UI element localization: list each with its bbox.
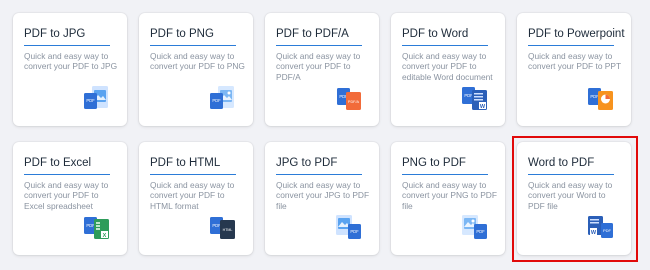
svg-text:W: W <box>591 230 597 236</box>
svg-text:PDF: PDF <box>603 228 612 233</box>
card-title: Word to PDF <box>528 157 595 169</box>
pdf-to-word-icon: PDF W <box>462 87 487 110</box>
card-description: Quick and easy way to convert your PNG t… <box>402 180 497 211</box>
card-title: PNG to PDF <box>402 157 466 169</box>
card-pdf-to-excel[interactable]: PDF to Excel Quick and easy way to conve… <box>13 142 127 255</box>
pdf-to-excel-icon: PDF X <box>84 217 109 239</box>
card-description: Quick and easy way to convert your PDF t… <box>150 180 235 211</box>
svg-text:PDF: PDF <box>86 223 95 228</box>
card-title: JPG to PDF <box>276 157 338 169</box>
title-underline <box>24 45 110 46</box>
svg-text:PDF: PDF <box>476 229 485 234</box>
jpg-to-pdf-icon: PDF <box>336 215 361 239</box>
card-description: Quick and easy way to convert your Word … <box>528 180 613 211</box>
pdf-to-html-icon: PDF HTML <box>210 217 235 239</box>
pdf-to-png-icon: PDF <box>210 86 234 109</box>
title-underline <box>528 45 614 46</box>
title-underline <box>402 174 488 175</box>
svg-text:PDF: PDF <box>86 98 95 103</box>
svg-text:PDF: PDF <box>464 93 473 98</box>
svg-text:PDF/A: PDF/A <box>348 100 360 104</box>
title-underline <box>150 45 236 46</box>
svg-text:W: W <box>480 104 486 110</box>
converter-grid: PDF to JPG Quick and easy way to convert… <box>0 0 650 270</box>
card-pdf-to-html[interactable]: PDF to HTML Quick and easy way to conver… <box>139 142 253 255</box>
card-description: Quick and easy way to convert your PDF t… <box>24 51 118 72</box>
card-word-to-pdf[interactable]: Word to PDF Quick and easy way to conver… <box>517 142 631 255</box>
card-jpg-to-pdf[interactable]: JPG to PDF Quick and easy way to convert… <box>265 142 379 255</box>
pdf-to-pdfa-icon: PDF PDF/A <box>337 88 361 110</box>
card-pdf-to-word[interactable]: PDF to Word Quick and easy way to conver… <box>391 13 505 126</box>
card-title: PDF to Word <box>402 28 469 40</box>
title-underline <box>276 45 362 46</box>
pdf-to-jpg-icon: PDF <box>84 86 108 109</box>
card-pdf-to-pdfa[interactable]: PDF to PDF/A Quick and easy way to conve… <box>265 13 379 126</box>
card-png-to-pdf[interactable]: PNG to PDF Quick and easy way to convert… <box>391 142 505 255</box>
card-description: Quick and easy way to convert your JPG t… <box>276 180 370 211</box>
card-title: PDF to PDF/A <box>276 28 349 40</box>
card-pdf-to-powerpoint[interactable]: PDF to Powerpoint Quick and easy way to … <box>517 13 631 126</box>
svg-text:PDF: PDF <box>212 98 221 103</box>
pdf-to-powerpoint-icon: PDF <box>588 88 613 110</box>
svg-text:PDF: PDF <box>590 94 599 99</box>
svg-text:PDF: PDF <box>212 223 221 228</box>
title-underline <box>150 174 236 175</box>
card-pdf-to-png[interactable]: PDF to PNG Quick and easy way to convert… <box>139 13 253 126</box>
title-underline <box>528 174 614 175</box>
title-underline <box>276 174 362 175</box>
title-underline <box>24 174 110 175</box>
word-to-pdf-icon: W PDF <box>588 216 613 238</box>
card-description: Quick and easy way to convert your PDF t… <box>528 51 622 72</box>
card-description: Quick and easy way to convert your PDF t… <box>150 51 245 72</box>
svg-text:HTML: HTML <box>223 228 233 232</box>
card-pdf-to-jpg[interactable]: PDF to JPG Quick and easy way to convert… <box>13 13 127 126</box>
svg-text:X: X <box>103 233 107 239</box>
card-title: PDF to JPG <box>24 28 86 40</box>
card-description: Quick and easy way to convert your PDF t… <box>276 51 361 82</box>
card-title: PDF to Powerpoint <box>528 28 625 40</box>
card-title: PDF to Excel <box>24 157 92 169</box>
svg-text:PDF: PDF <box>350 229 359 234</box>
title-underline <box>402 45 488 46</box>
card-title: PDF to HTML <box>150 157 221 169</box>
card-description: Quick and easy way to convert your PDF t… <box>402 51 493 82</box>
card-title: PDF to PNG <box>150 28 214 40</box>
card-description: Quick and easy way to convert your PDF t… <box>24 180 109 211</box>
png-to-pdf-icon: PDF <box>462 215 487 239</box>
